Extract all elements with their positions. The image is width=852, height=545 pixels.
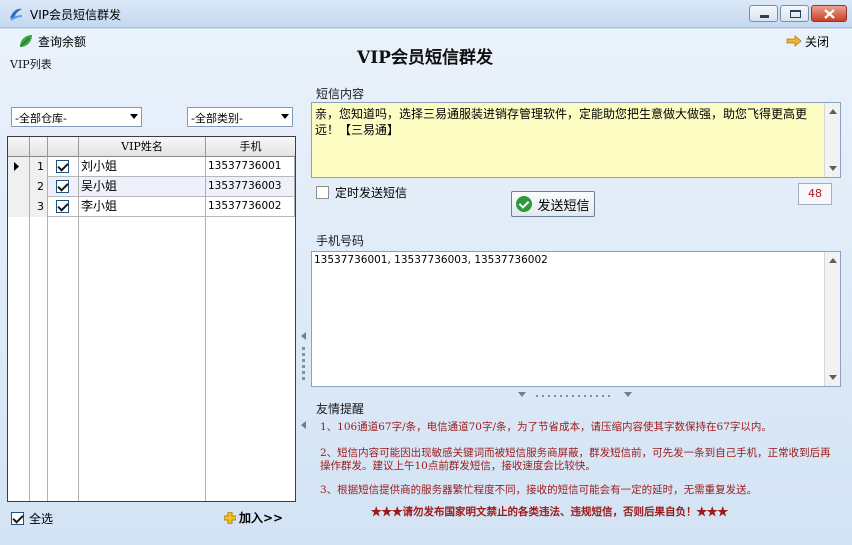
close-button[interactable]: 关闭 [786,32,829,50]
select-all-box[interactable] [11,511,24,525]
window-title: VIP会员短信群发 [30,8,121,22]
close-window-button[interactable] [811,5,847,22]
header-vip-name[interactable]: VIP姓名 [79,137,206,157]
sms-content-text: 亲，您知道吗，选择三易通服装进销存管理软件，定能助您把生意做大做强，助您飞得更高… [315,107,808,137]
tip-item: 3、根据短信提供商的服务器繁忙程度不同，接收的短信可能会有一定的延时，无需重复发… [320,484,758,496]
select-all-label: 全选 [29,511,54,526]
row-number: 2 [30,177,48,197]
add-button[interactable]: 加入>> [224,509,283,526]
phones-scrollbar[interactable] [824,252,840,386]
row-checkbox[interactable] [56,200,69,213]
char-count: 48 [798,183,832,205]
select-all-checkbox[interactable]: 全选 [11,511,54,526]
timed-send-box[interactable] [316,186,329,199]
row-name[interactable]: 李小姐 [79,197,206,217]
phone-numbers-label: 手机号码 [316,234,365,248]
sms-content-textarea[interactable]: 亲，您知道吗，选择三易通服装进销存管理软件，定能助您把生意做大做强，助您飞得更高… [311,102,841,178]
category-select-value: -全部类别- [191,112,243,125]
page-title: VIP会员短信群发 [357,48,493,68]
window-titlebar: VIP会员短信群发 [0,0,852,28]
tip-item: 1、106通道67字/条，电信通道70字/条，为了节省成本，请压缩内容使其字数保… [320,421,772,433]
minimize-button[interactable] [749,5,778,22]
scroll-down-icon[interactable] [829,375,837,380]
row-number: 1 [30,157,48,177]
row-checkbox-cell[interactable] [48,157,79,177]
query-balance-label: 查询余额 [38,34,87,49]
header-row-indicator [8,137,30,157]
table-row[interactable]: 1 刘小姐 13537736001 [8,157,295,177]
table-row[interactable]: 3 李小姐 13537736002 [8,197,295,217]
row-phone[interactable]: 13537736003 [206,177,295,197]
chevron-down-icon [130,114,138,119]
maximize-icon [790,10,801,18]
row-phone[interactable]: 13537736002 [206,197,295,217]
header-row-number [30,137,48,157]
horizontal-splitter[interactable] [518,392,633,400]
arrow-down-icon [624,392,632,397]
row-pointer-icon [14,162,19,171]
plus-icon [224,511,236,524]
tip-warning: ★★★请勿发布国家明文禁止的各类违法、违规短信，否则后果自负！★★★ [371,506,728,518]
scroll-down-icon[interactable] [829,166,837,171]
row-checkbox-cell[interactable] [48,197,79,217]
arrow-down-icon [518,392,526,397]
add-label: 加入>> [239,511,284,525]
row-checkbox-cell[interactable] [48,177,79,197]
chevron-down-icon [281,114,289,119]
vertical-splitter[interactable] [300,85,308,540]
hand-pointer-icon [786,35,802,47]
send-sms-button[interactable]: 发送短信 [511,191,595,217]
tips-panel: 1、106通道67字/条，电信通道70字/条，为了节省成本，请压缩内容使其字数保… [311,416,841,536]
table-header: VIP姓名 手机 [8,137,295,157]
row-indicator [8,177,30,197]
maximize-button[interactable] [780,5,809,22]
warehouse-select-value: -全部仓库- [15,112,67,125]
scroll-up-icon[interactable] [829,258,837,263]
close-icon [824,9,835,19]
app-logo-icon [10,8,23,21]
row-indicator [8,157,30,177]
sms-content-label: 短信内容 [316,87,365,101]
tips-label: 友情提醒 [316,402,365,416]
header-phone[interactable]: 手机 [206,137,295,157]
arrow-left-icon [301,332,306,340]
close-label: 关闭 [805,34,830,49]
phone-numbers-textarea[interactable]: 13537736001, 13537736003, 13537736002 [311,251,841,387]
tip-item: 2、短信内容可能因出现敏感关键词而被短信服务商屏蔽，群发短信前，可先发一条到自己… [320,447,831,472]
scroll-up-icon[interactable] [829,109,837,114]
row-number: 3 [30,197,48,217]
leaf-icon [20,35,32,47]
timed-send-label: 定时发送短信 [335,186,408,200]
row-indicator [8,197,30,217]
arrow-left-icon [301,421,306,429]
row-name[interactable]: 吴小姐 [79,177,206,197]
vip-list-label: VIP列表 [10,58,52,71]
minimize-icon [760,15,769,18]
category-select[interactable]: -全部类别- [187,107,293,127]
row-checkbox[interactable] [56,180,69,193]
warehouse-select[interactable]: -全部仓库- [11,107,142,127]
vip-table: VIP姓名 手机 1 刘小姐 13537736001 2 吴小姐 1353773… [7,136,296,502]
send-sms-label: 发送短信 [537,198,590,214]
query-balance-button[interactable]: 查询余额 [18,32,86,50]
table-row[interactable]: 2 吴小姐 13537736003 [8,177,295,197]
header-check [48,137,79,157]
sms-scrollbar[interactable] [824,103,840,177]
row-checkbox[interactable] [56,160,69,173]
timed-send-checkbox[interactable]: 定时发送短信 [316,184,407,201]
check-circle-icon [516,196,533,212]
row-phone[interactable]: 13537736001 [206,157,295,177]
row-name[interactable]: 刘小姐 [79,157,206,177]
phone-numbers-text: 13537736001, 13537736003, 13537736002 [314,254,548,266]
